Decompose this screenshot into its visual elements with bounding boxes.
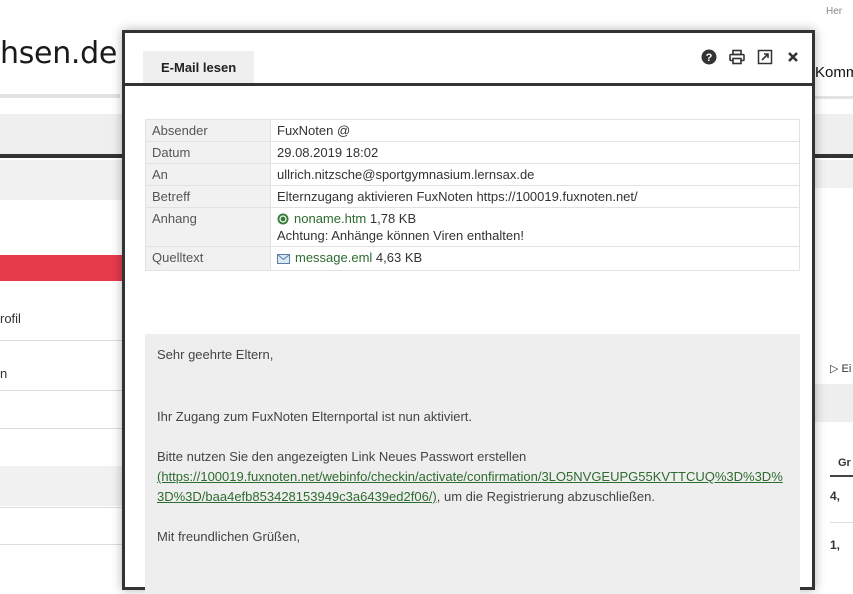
body-line-activated: Ihr Zugang zum FuxNoten Elternportal ist…	[157, 409, 473, 424]
table-row: An ullrich.nitzsche@sportgymnasium.lerns…	[145, 163, 800, 186]
nav-bar	[0, 114, 122, 156]
sidebar-item-profile[interactable]: rofil	[0, 311, 122, 326]
table-row: Betreff Elternzugang aktivieren FuxNoten…	[145, 185, 800, 208]
greeting: Sehr geehrte Eltern,	[157, 347, 274, 362]
source-link[interactable]: message.eml	[295, 250, 372, 265]
source-label: Quelltext	[145, 246, 271, 271]
sender-label: Absender	[145, 119, 271, 142]
right-expand-label: Ei	[841, 363, 852, 375]
email-body: Sehr geehrte Eltern, Ihr Zugang zum FuxN…	[145, 334, 800, 594]
close-icon[interactable]	[784, 48, 802, 66]
nav-divider	[0, 154, 122, 158]
right-table-header-line	[830, 475, 853, 477]
right-grey-panel	[815, 384, 853, 422]
date-value: 29.08.2019 18:02	[270, 141, 800, 164]
sub-nav-bar	[0, 160, 122, 200]
divider	[0, 390, 122, 391]
print-icon[interactable]	[728, 48, 746, 66]
source-value: message.eml 4,63 KB	[270, 246, 800, 271]
divider	[0, 428, 122, 429]
divider	[0, 340, 122, 341]
email-read-dialog: E-Mail lesen ? Absender FuxNoten @ Datum…	[122, 30, 815, 594]
right-expand-link[interactable]: ▷ Ei	[830, 362, 851, 375]
right-nav-bar	[815, 114, 853, 156]
divider	[830, 522, 853, 523]
to-label: An	[145, 163, 271, 186]
right-table-cell: 4,	[830, 489, 841, 503]
divider	[0, 544, 122, 545]
right-title-underline	[815, 96, 853, 99]
table-row: Datum 29.08.2019 18:02	[145, 141, 800, 164]
logo-underline	[0, 94, 120, 98]
dialog-header: E-Mail lesen ?	[125, 33, 812, 86]
sidebar-item-band	[0, 466, 122, 506]
closing: Mit freundlichen Grüßen,	[157, 529, 301, 544]
html-file-icon	[277, 213, 289, 228]
right-table-header: Gr	[838, 457, 851, 469]
table-row: Absender FuxNoten @	[145, 119, 800, 142]
sender-value: FuxNoten @	[270, 119, 800, 142]
tab-read-email[interactable]: E-Mail lesen	[143, 51, 255, 83]
attachment-size: 1,78 KB	[366, 211, 417, 226]
attachment-value: noname.htm 1,78 KB Achtung: Anhänge könn…	[270, 207, 800, 247]
header-user-link[interactable]: Her	[826, 6, 842, 17]
active-nav-marker	[0, 255, 122, 281]
dialog-toolbar: ?	[700, 48, 802, 66]
attachment-warning: Achtung: Anhänge können Viren enthalten!	[277, 228, 524, 243]
instruction-end: , um die Registrierung abzuschließen.	[436, 489, 655, 504]
subject-label: Betreff	[145, 185, 271, 208]
mail-file-icon	[277, 252, 290, 267]
triangle-right-icon: ▷	[830, 363, 842, 375]
help-icon[interactable]: ?	[700, 48, 718, 66]
date-label: Datum	[145, 141, 271, 164]
instruction-text: Bitte nutzen Sie den angezeigten Link Ne…	[157, 449, 527, 464]
open-external-icon[interactable]	[756, 48, 774, 66]
right-section-title: Komm	[815, 64, 853, 81]
table-row: Anhang noname.htm 1,78 KB Achtung: Anhän…	[145, 207, 800, 247]
right-table-cell: 1,	[830, 538, 841, 552]
right-nav-divider	[815, 154, 853, 158]
right-sub-nav-bar	[815, 160, 853, 188]
site-logo[interactable]: hsen.de	[0, 36, 117, 71]
to-value: ullrich.nitzsche@sportgymnasium.lernsax.…	[270, 163, 800, 186]
attachment-label: Anhang	[145, 207, 271, 247]
subject-value: Elternzugang aktivieren FuxNoten https:/…	[270, 185, 800, 208]
email-metadata-table: Absender FuxNoten @ Datum 29.08.2019 18:…	[145, 119, 800, 271]
sidebar-item-2[interactable]: n	[0, 366, 122, 381]
table-row: Quelltext message.eml 4,63 KB	[145, 246, 800, 271]
divider	[0, 507, 122, 508]
attachment-link[interactable]: noname.htm	[294, 211, 366, 226]
source-size: 4,63 KB	[372, 250, 423, 265]
svg-text:?: ?	[706, 52, 713, 64]
body-line-instruction: Bitte nutzen Sie den angezeigten Link Ne…	[157, 447, 788, 507]
